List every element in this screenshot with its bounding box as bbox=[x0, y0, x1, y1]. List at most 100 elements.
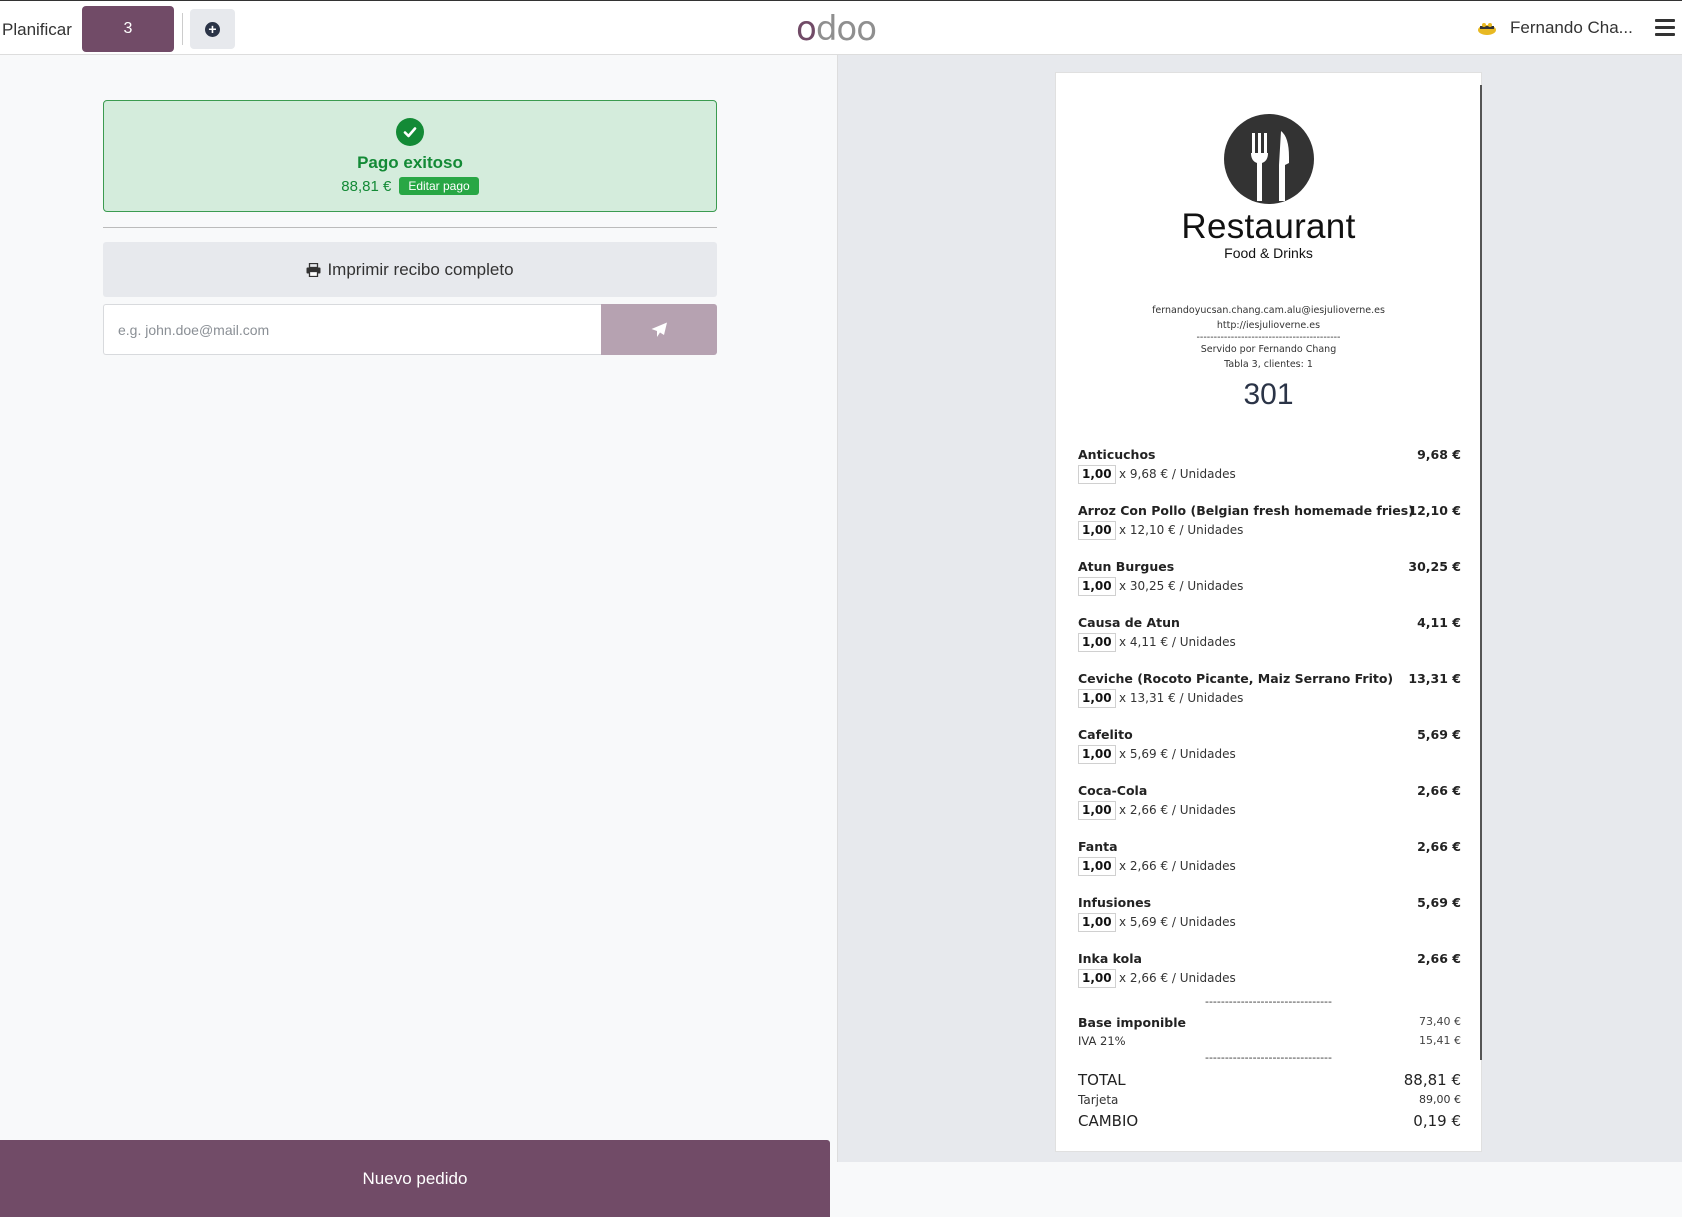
table-info: Tabla 3, clientes: 1 bbox=[1224, 359, 1313, 370]
line-price: 30,25 € bbox=[1408, 559, 1461, 574]
line-qty: 1,00 bbox=[1078, 689, 1116, 708]
print-receipt-button[interactable]: Imprimir recibo completo bbox=[103, 242, 717, 297]
line-detail: x 2,66 € / Unidades bbox=[1119, 803, 1236, 817]
top-bar: Planificar 3 + odoo Fernando Cha... bbox=[0, 0, 1682, 55]
restaurant-name: Restaurant bbox=[1181, 207, 1356, 246]
receipt: Restaurant Food & Drinks fernandoyucsan.… bbox=[1055, 72, 1482, 1152]
company-website: http://iesjulioverne.es bbox=[1216, 320, 1321, 331]
iva-label: IVA 21% bbox=[1078, 1034, 1126, 1048]
product-name: Inka kola bbox=[1078, 951, 1142, 966]
line-detail: x 2,66 € / Unidades bbox=[1119, 859, 1236, 873]
payment-panel: Pago exitoso 88,81 € Editar pago Imprimi… bbox=[0, 55, 838, 1217]
base-value: 73,40 € bbox=[1419, 1015, 1461, 1028]
line-price: 5,69 € bbox=[1417, 727, 1461, 742]
product-name: Causa de Atun bbox=[1078, 615, 1180, 630]
company-email: fernandoyucsan.chang.cam.alu@iesjuliover… bbox=[1152, 305, 1385, 316]
user-menu[interactable]: Fernando Cha... bbox=[1476, 17, 1633, 39]
product-name: Fanta bbox=[1078, 839, 1118, 854]
base-label: Base imponible bbox=[1078, 1015, 1186, 1030]
line-detail: x 9,68 € / Unidades bbox=[1119, 467, 1236, 481]
line-qty: 1,00 bbox=[1078, 801, 1116, 820]
line-qty: 1,00 bbox=[1078, 857, 1116, 876]
toolbar-separator bbox=[182, 13, 183, 45]
product-name: Ceviche (Rocoto Picante, Maiz Serrano Fr… bbox=[1078, 671, 1394, 686]
printer-icon bbox=[306, 262, 321, 277]
email-receipt-form bbox=[103, 304, 717, 355]
paper-plane-icon bbox=[651, 322, 667, 337]
total-value: 88,81 € bbox=[1403, 1071, 1461, 1089]
payment-amount-line: 88,81 € Editar pago bbox=[104, 177, 716, 195]
tarjeta-label: Tarjeta bbox=[1078, 1093, 1119, 1107]
order-line: Anticuchos 9,68 € 1,00 x 9,68 € / Unidad… bbox=[1078, 447, 1461, 503]
cambio-value: 0,19 € bbox=[1413, 1112, 1461, 1130]
receipt-header: fernandoyucsan.chang.cam.alu@iesjuliover… bbox=[1056, 303, 1481, 372]
line-qty: 1,00 bbox=[1078, 913, 1116, 932]
header-separator: ----------------------------------------… bbox=[1196, 332, 1341, 343]
order-line: Arroz Con Pollo (Belgian fresh homemade … bbox=[1078, 503, 1461, 559]
add-order-button[interactable]: + bbox=[190, 9, 235, 49]
line-qty: 1,00 bbox=[1078, 633, 1116, 652]
product-name: Anticuchos bbox=[1078, 447, 1156, 462]
order-line: Coca-Cola 2,66 € 1,00 x 2,66 € / Unidade… bbox=[1078, 783, 1461, 839]
line-price: 9,68 € bbox=[1417, 447, 1461, 462]
line-qty: 1,00 bbox=[1078, 577, 1116, 596]
line-detail: x 5,69 € / Unidades bbox=[1119, 747, 1236, 761]
tarjeta-value: 89,00 € bbox=[1419, 1093, 1461, 1106]
line-price: 2,66 € bbox=[1417, 783, 1461, 798]
email-input[interactable] bbox=[103, 304, 601, 355]
receipt-panel: Restaurant Food & Drinks fernandoyucsan.… bbox=[838, 55, 1682, 1162]
check-circle-icon bbox=[396, 118, 424, 146]
divider bbox=[103, 227, 717, 228]
order-line: Causa de Atun 4,11 € 1,00 x 4,11 € / Uni… bbox=[1078, 615, 1461, 671]
served-by: Servido por Fernando Chang bbox=[1200, 344, 1337, 355]
payment-status: Pago exitoso bbox=[357, 153, 463, 172]
order-line: Atun Burgues 30,25 € 1,00 x 30,25 € / Un… bbox=[1078, 559, 1461, 615]
line-detail: x 12,10 € / Unidades bbox=[1119, 523, 1244, 537]
cambio-label: CAMBIO bbox=[1078, 1112, 1139, 1130]
cashier-avatar-icon bbox=[1476, 17, 1498, 39]
hamburger-menu-icon[interactable] bbox=[1655, 19, 1675, 37]
totals-separator: -------------------------------- bbox=[1204, 995, 1332, 1008]
print-receipt-label: Imprimir recibo completo bbox=[327, 259, 514, 279]
iva-value: 15,41 € bbox=[1419, 1034, 1461, 1047]
order-line: Fanta 2,66 € 1,00 x 2,66 € / Unidades bbox=[1078, 839, 1461, 895]
line-qty: 1,00 bbox=[1078, 521, 1116, 540]
total-label: TOTAL bbox=[1078, 1071, 1126, 1089]
edit-payment-button[interactable]: Editar pago bbox=[399, 177, 479, 195]
odoo-logo: odoo bbox=[796, 9, 877, 49]
line-price: 2,66 € bbox=[1417, 951, 1461, 966]
order-number: 301 bbox=[1243, 378, 1294, 411]
order-line: Cafelito 5,69 € 1,00 x 5,69 € / Unidades bbox=[1078, 727, 1461, 783]
product-name: Cafelito bbox=[1078, 727, 1133, 742]
order-lines: Anticuchos 9,68 € 1,00 x 9,68 € / Unidad… bbox=[1078, 447, 1461, 1007]
line-price: 13,31 € bbox=[1408, 671, 1461, 686]
line-detail: x 5,69 € / Unidades bbox=[1119, 915, 1236, 929]
floor-plan-button[interactable]: Planificar bbox=[2, 20, 72, 40]
product-name: Atun Burgues bbox=[1078, 559, 1175, 574]
line-qty: 1,00 bbox=[1078, 745, 1116, 764]
line-detail: x 2,66 € / Unidades bbox=[1119, 971, 1236, 985]
fork-knife-icon bbox=[1223, 114, 1314, 204]
order-line: Infusiones 5,69 € 1,00 x 5,69 € / Unidad… bbox=[1078, 895, 1461, 951]
restaurant-logo: Restaurant Food & Drinks bbox=[1056, 113, 1481, 261]
table-button[interactable]: 3 bbox=[82, 6, 174, 52]
line-price: 5,69 € bbox=[1417, 895, 1461, 910]
line-qty: 1,00 bbox=[1078, 969, 1116, 988]
order-line: Ceviche (Rocoto Picante, Maiz Serrano Fr… bbox=[1078, 671, 1461, 727]
line-price: 4,11 € bbox=[1417, 615, 1461, 630]
user-name: Fernando Cha... bbox=[1510, 18, 1633, 37]
line-detail: x 13,31 € / Unidades bbox=[1119, 691, 1244, 705]
new-order-button[interactable]: Nuevo pedido bbox=[0, 1140, 830, 1217]
plus-circle-icon: + bbox=[205, 21, 220, 37]
product-name: Infusiones bbox=[1078, 895, 1152, 910]
product-name: Arroz Con Pollo (Belgian fresh homemade … bbox=[1078, 503, 1414, 518]
line-detail: x 30,25 € / Unidades bbox=[1119, 579, 1244, 593]
line-price: 12,10 € bbox=[1408, 503, 1461, 518]
line-detail: x 4,11 € / Unidades bbox=[1119, 635, 1236, 649]
payment-success-box: Pago exitoso 88,81 € Editar pago bbox=[103, 100, 717, 212]
payment-amount: 88,81 € bbox=[341, 177, 392, 195]
line-qty: 1,00 bbox=[1078, 465, 1116, 484]
send-email-button[interactable] bbox=[601, 304, 717, 355]
totals-separator: -------------------------------- bbox=[1204, 1051, 1332, 1064]
line-price: 2,66 € bbox=[1417, 839, 1461, 854]
